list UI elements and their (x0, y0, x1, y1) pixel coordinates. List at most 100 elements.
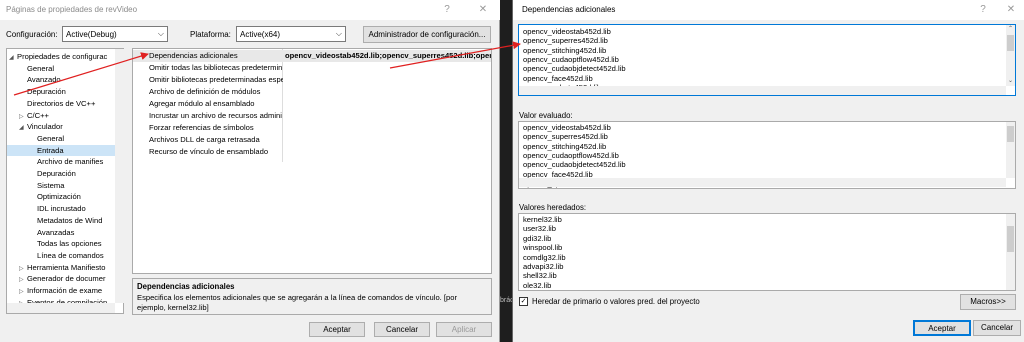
cancel-button[interactable]: Cancelar (973, 320, 1021, 336)
chevron-down-icon: ⌵ (335, 29, 342, 38)
ok-button[interactable]: Aceptar (309, 322, 365, 337)
tree-item-label: Vinculador (27, 122, 63, 132)
expand-icon[interactable]: ▷ (19, 264, 27, 274)
tree-item[interactable]: General (7, 63, 117, 75)
scroll-thumb[interactable] (1007, 35, 1014, 51)
expand-icon[interactable]: ▷ (19, 112, 27, 122)
list-item: opencv_face452d.lib (523, 73, 593, 83)
property-value[interactable]: opencv_videostab452d.lib;opencv_superres… (285, 50, 491, 62)
configuration-select[interactable]: Active(Debug) ⌵ (62, 26, 168, 42)
list-item: opencv_superres452d.lib (523, 132, 608, 142)
tree-item[interactable]: Metadatos de Wind (7, 215, 117, 227)
tree-item-label: Información de exame (27, 286, 103, 295)
description-text: Especifica los elementos adicionales que… (137, 293, 457, 312)
inherited-vertical-scrollbar[interactable] (1006, 214, 1015, 290)
platform-select[interactable]: Active(x64) ⌵ (236, 26, 346, 42)
evaluated-vertical-scrollbar[interactable] (1006, 122, 1015, 178)
list-item: opencv_cudaobjdetect452d.lib (523, 64, 626, 74)
tree-item[interactable]: ▷ C/C++ (7, 110, 117, 122)
description-panel: Dependencias adicionales Especifica los … (132, 278, 492, 315)
expand-icon[interactable]: ▷ (19, 287, 27, 297)
tree-vertical-scrollbar[interactable] (115, 49, 124, 303)
help-icon[interactable]: ? (440, 3, 454, 17)
evaluated-horizontal-scrollbar[interactable] (519, 178, 1006, 187)
ok-button[interactable]: Aceptar (913, 320, 971, 336)
list-item: winspool.lib (523, 243, 563, 253)
platform-label: Plataforma: (190, 30, 231, 39)
platform-value: Active(x64) (240, 30, 281, 39)
list-item: advapi32.lib (523, 262, 564, 271)
inherit-checkbox[interactable]: ✓ (519, 297, 528, 306)
property-name: Omitir bibliotecas predeterminadas espe (149, 75, 283, 84)
tree-item[interactable]: Todas las opciones (7, 238, 117, 250)
tree-item-label: Avanzado (27, 75, 61, 85)
tree-item[interactable]: Avanzado (7, 74, 117, 86)
property-row[interactable]: Omitir todas las bibliotecas predetermin (133, 62, 491, 74)
collapse-icon[interactable]: ◢ (9, 53, 17, 63)
list-item: opencv_cudaoptflow452d.lib (523, 54, 619, 64)
property-row[interactable]: Archivo de definición de módulos (133, 86, 491, 98)
help-icon[interactable]: ? (976, 3, 990, 17)
tree-item[interactable]: IDL incrustado (7, 203, 117, 215)
tree-item[interactable]: Archivo de manifies (7, 156, 117, 168)
scroll-down-icon[interactable]: ⌄ (1006, 77, 1015, 84)
list-item: shell32.lib (523, 271, 557, 281)
property-pages-dialog: Páginas de propiedades de revVideo ? ✕ C… (0, 0, 500, 342)
property-row[interactable]: Agregar módulo al ensamblado (133, 98, 491, 110)
tree-item[interactable]: Directorios de VC++ (7, 98, 117, 110)
list-item: opencv_stitching452d.lib (523, 45, 607, 55)
close-icon[interactable]: ✕ (476, 3, 490, 17)
tree-item[interactable]: ▷ Generador de documer (7, 273, 117, 285)
scroll-thumb[interactable] (1007, 226, 1014, 252)
list-item: opencv_superres452d.lib (523, 36, 608, 46)
left-titlebar: Páginas de propiedades de revVideo ? ✕ (0, 0, 500, 20)
apply-button[interactable]: Aplicar (436, 322, 492, 337)
inherit-checkbox-label: Heredar de primario o valores pred. del … (532, 297, 700, 306)
tree-item[interactable]: Línea de comandos (7, 250, 117, 262)
tree-item[interactable]: Depuración (7, 86, 117, 98)
additional-dependencies-dialog: Dependencias adicionales ? ✕ opencv_vide… (512, 0, 1024, 342)
property-row[interactable]: Recurso de vínculo de ensamblado (133, 146, 491, 158)
tree-item-label: IDL incrustado (37, 204, 86, 214)
scroll-thumb[interactable] (1007, 126, 1014, 142)
tree-item-label: Todas las opciones (37, 239, 102, 249)
property-row[interactable]: Incrustar un archivo de recursos admini (133, 110, 491, 122)
right-titlebar: Dependencias adicionales ? ✕ (513, 0, 1024, 20)
configuration-value: Active(Debug) (66, 30, 117, 39)
property-row[interactable]: Dependencias adicionales opencv_videostab… (133, 50, 491, 62)
property-name: Archivos DLL de carga retrasada (149, 135, 260, 144)
tree-item[interactable]: ▷ Información de exame (7, 285, 117, 297)
property-row[interactable]: Archivos DLL de carga retrasada (133, 134, 491, 146)
close-icon[interactable]: ✕ (1004, 3, 1018, 17)
cancel-button[interactable]: Cancelar (374, 322, 430, 337)
tree-item[interactable]: ◢ Propiedades de configurac (7, 51, 117, 63)
edit-vertical-scrollbar[interactable]: ⌃ ⌄ (1006, 25, 1015, 86)
edit-horizontal-scrollbar[interactable] (519, 86, 1006, 95)
tree-item-label: General (37, 133, 65, 143)
tree-item[interactable]: ▷ Herramienta Manifiesto (7, 262, 117, 274)
tree-horizontal-scrollbar[interactable] (7, 303, 115, 313)
tree-item-label: C/C++ (27, 110, 49, 120)
tree-item[interactable]: General (7, 133, 117, 145)
collapse-icon[interactable]: ◢ (19, 123, 27, 133)
chevron-down-icon: ⌵ (157, 29, 164, 38)
property-name: Omitir todas las bibliotecas predetermin (149, 63, 283, 72)
description-title: Dependencias adicionales (137, 282, 235, 291)
tree-item[interactable]: Optimización (7, 191, 117, 203)
property-name: Archivo de definición de módulos (149, 87, 261, 96)
tree-item[interactable]: Depuración (7, 168, 117, 180)
scroll-up-icon[interactable]: ⌃ (1006, 25, 1015, 32)
tree-item-label: Depuración (27, 87, 66, 97)
property-name: Agregar módulo al ensamblado (149, 99, 255, 108)
tree-item[interactable]: Avanzadas (7, 227, 117, 239)
property-row[interactable]: Forzar referencias de símbolos (133, 122, 491, 134)
tree-item[interactable]: Sistema (7, 180, 117, 192)
tree-item[interactable]: ◢ Vinculador (7, 121, 117, 133)
property-row[interactable]: Omitir bibliotecas predeterminadas espe (133, 74, 491, 86)
tree-item[interactable]: Entrada (7, 144, 117, 157)
expand-icon[interactable]: ▷ (19, 275, 27, 285)
inherited-label: Valores heredados: (519, 203, 587, 212)
tree-item-label: Sistema (37, 180, 65, 190)
configuration-manager-button[interactable]: Administrador de configuración... (363, 26, 491, 43)
macros-button[interactable]: Macros>> (960, 294, 1016, 310)
